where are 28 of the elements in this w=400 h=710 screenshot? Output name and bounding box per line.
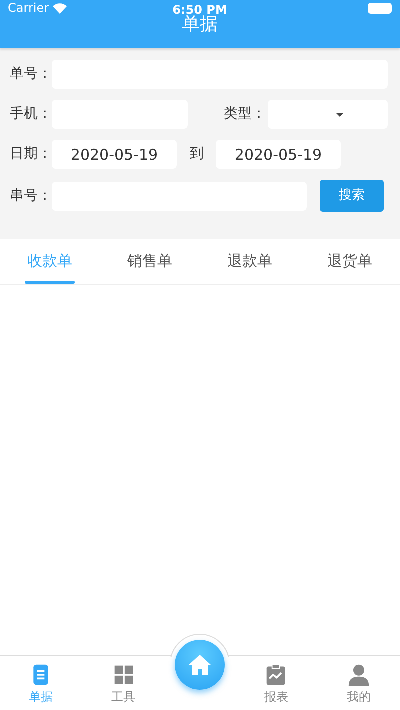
person-icon bbox=[348, 664, 370, 686]
date-separator: 到 bbox=[190, 145, 204, 164]
tab-bar-item[interactable]: 我的 bbox=[318, 656, 400, 710]
wifi-icon bbox=[53, 2, 68, 14]
page-title: 单据 bbox=[182, 14, 219, 36]
caret-icon bbox=[336, 112, 344, 116]
tab[interactable]: 收款单 bbox=[0, 239, 100, 284]
tab-bar-item[interactable]: 报表 bbox=[235, 656, 318, 710]
battery-icon bbox=[368, 2, 392, 14]
tab-bar-item[interactable]: 工具 bbox=[82, 656, 165, 710]
end-date-field[interactable]: 2020-05-19 bbox=[216, 140, 341, 169]
search-button[interactable]: 搜索 bbox=[320, 180, 384, 212]
tab[interactable]: 销售单 bbox=[100, 239, 200, 284]
field-label: 手机： bbox=[10, 105, 52, 124]
clipboard-chart-icon bbox=[265, 664, 288, 686]
tab[interactable]: 退货单 bbox=[300, 239, 400, 284]
carrier-label: Carrier bbox=[8, 0, 50, 17]
home-icon bbox=[188, 654, 212, 676]
home-button[interactable] bbox=[175, 640, 225, 690]
field-label: 单号： bbox=[10, 65, 52, 84]
field-label: 日期： bbox=[10, 145, 52, 164]
type-dropdown[interactable] bbox=[268, 100, 388, 129]
tab[interactable]: 退款单 bbox=[200, 239, 300, 284]
grid-icon bbox=[112, 664, 135, 686]
start-date-field[interactable]: 2020-05-19 bbox=[52, 140, 177, 169]
tab-bar-item[interactable]: 单据 bbox=[0, 656, 82, 710]
field-label: 类型： bbox=[224, 105, 267, 124]
field-label: 串号： bbox=[10, 186, 52, 206]
